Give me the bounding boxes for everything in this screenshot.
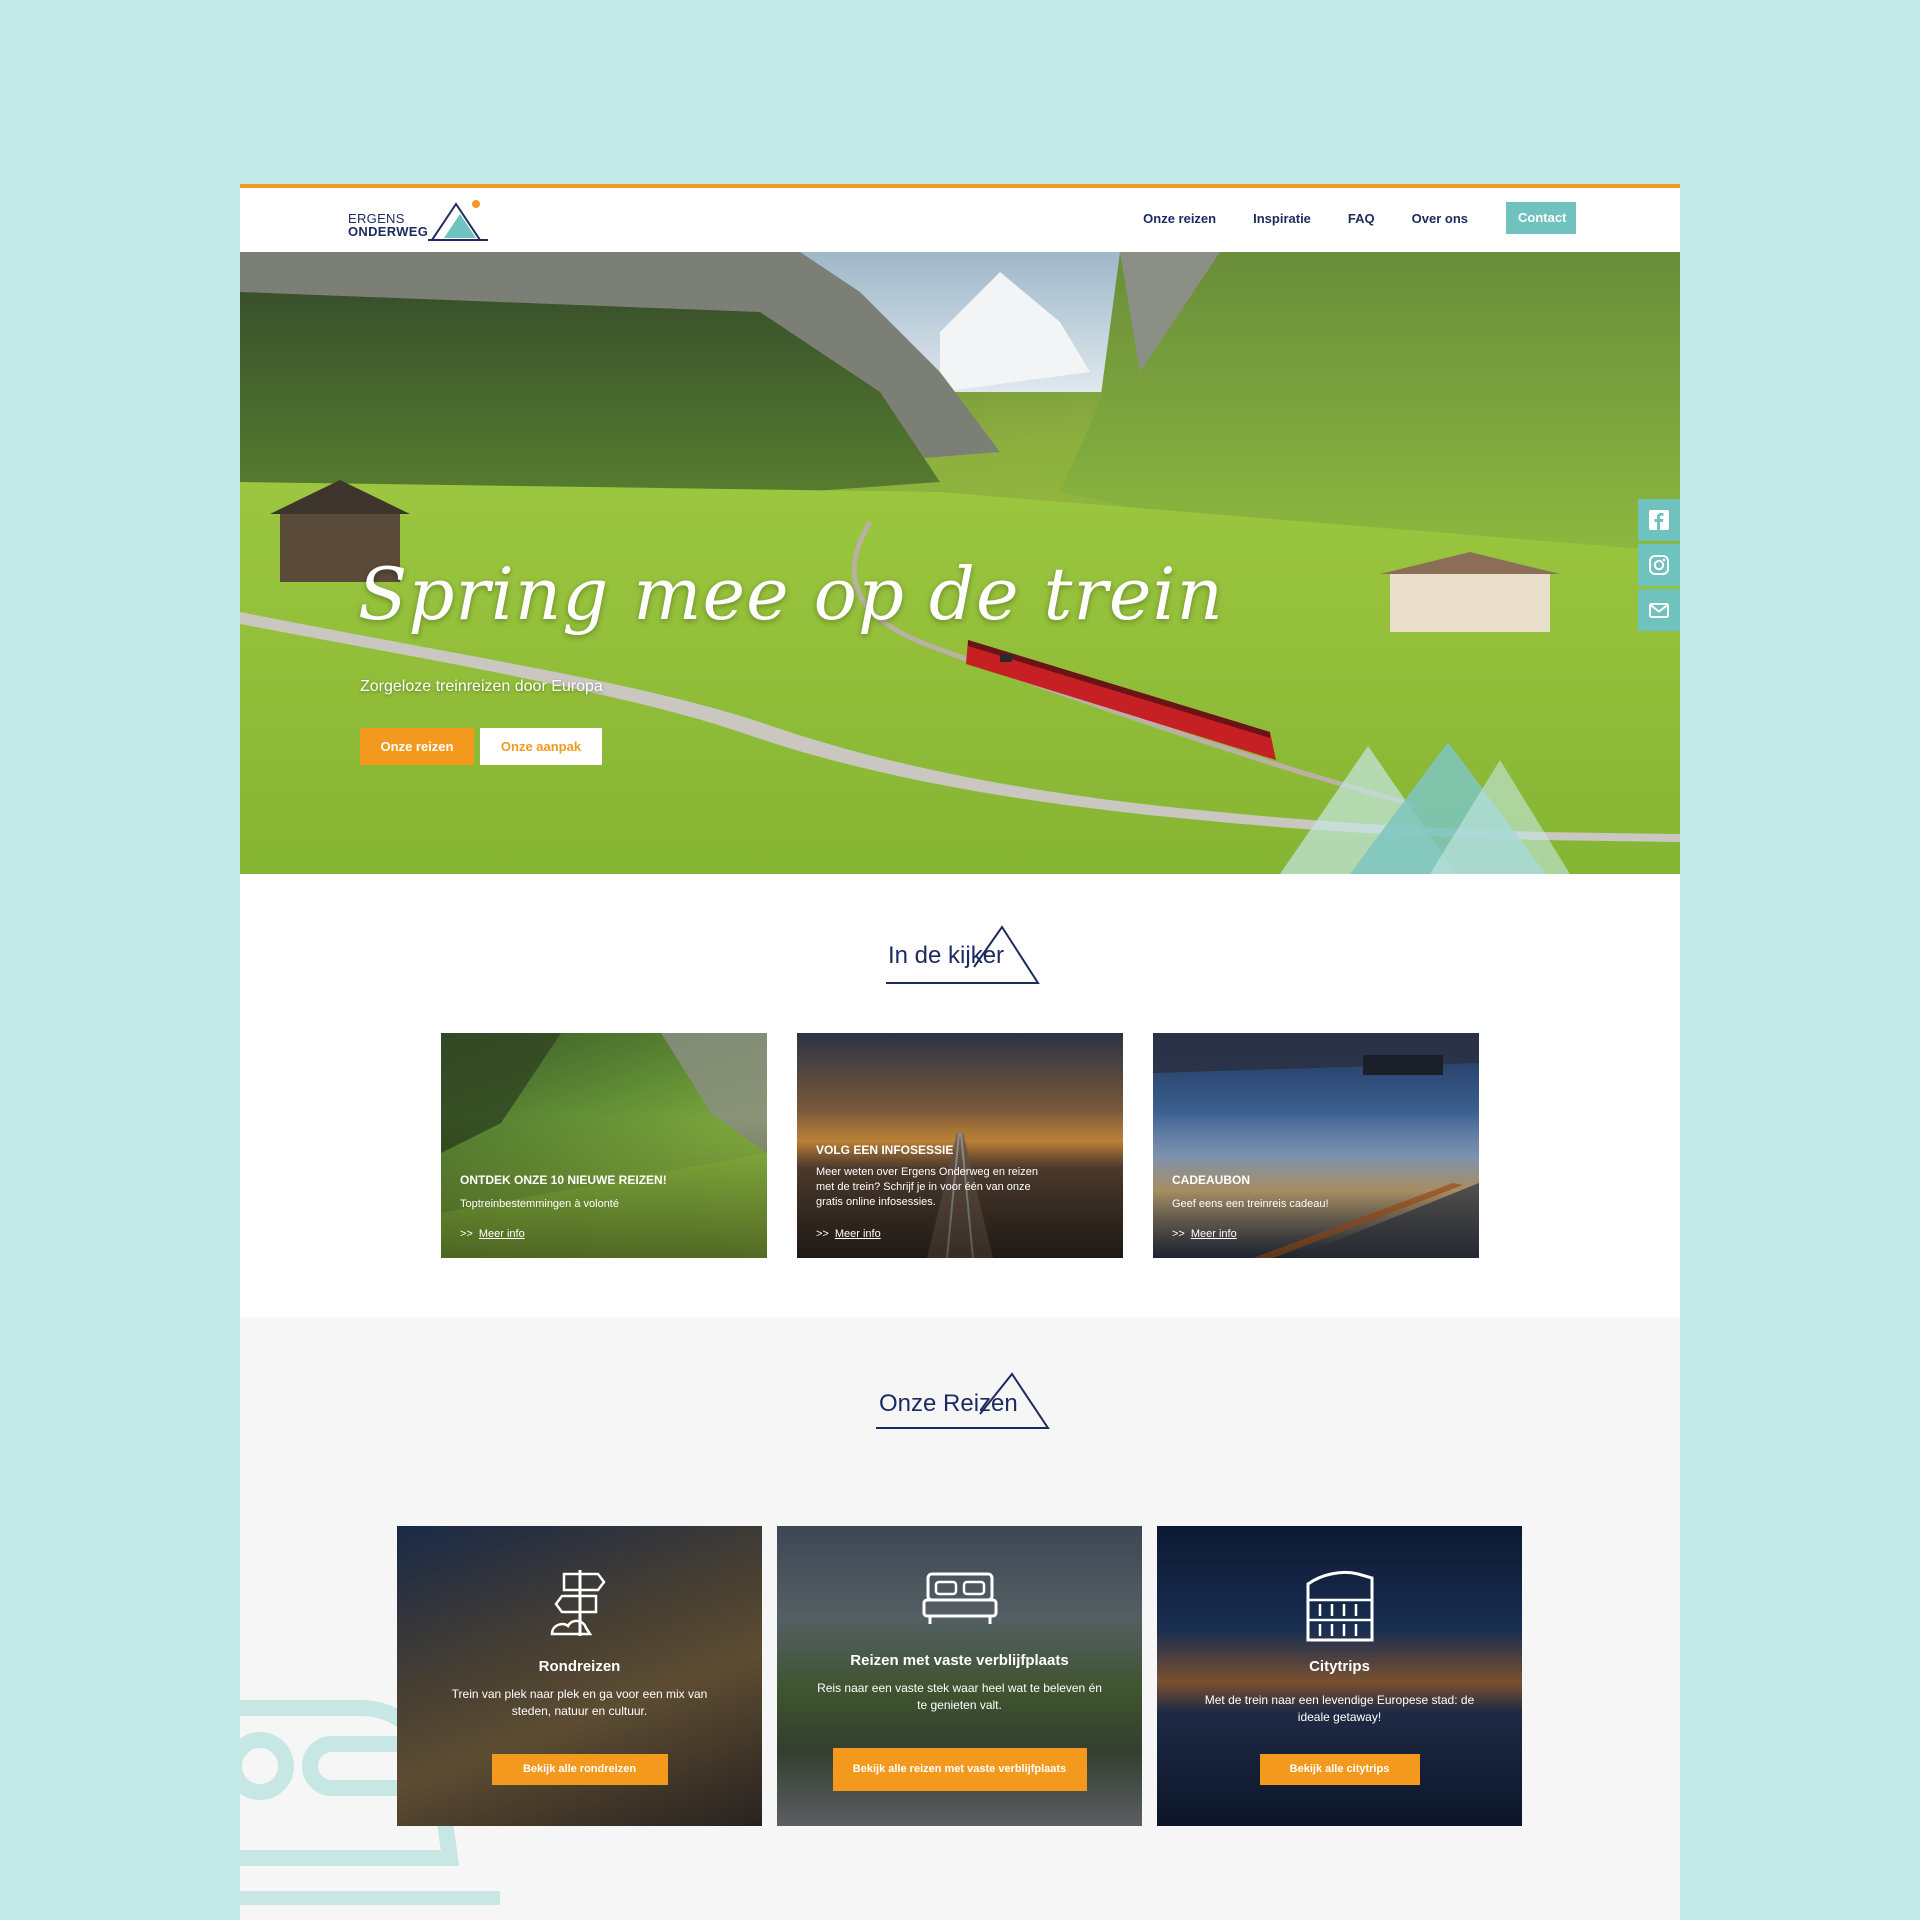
card-description: Geef eens een treinreis cadeau! [1172, 1198, 1329, 1210]
mail-button[interactable] [1638, 589, 1680, 631]
bed-icon [922, 1572, 997, 1624]
site-logo[interactable]: ERGENS ONDERWEG [348, 196, 498, 244]
meer-info-label: Meer info [478, 1228, 525, 1240]
more-prefix: >> [460, 1228, 473, 1240]
logo-line2: ONDERWEG [348, 224, 429, 239]
nav-inspiratie[interactable]: Inspiratie [1253, 211, 1311, 226]
logo-mountain-icon [428, 200, 488, 241]
facebook-button[interactable] [1638, 499, 1680, 541]
more-prefix: >> [816, 1228, 829, 1240]
site-header: ERGENS ONDERWEG Onze reizen Inspiratie F… [240, 188, 1680, 252]
card-title: VOLG EEN INFOSESSIE [816, 1143, 954, 1157]
instagram-icon [1649, 555, 1669, 575]
instagram-button[interactable] [1638, 544, 1680, 586]
meer-info-link[interactable]: >> Meer info [1172, 1228, 1237, 1240]
feature-card-infosessie[interactable]: VOLG EEN INFOSESSIE Meer weten over Erge… [797, 1033, 1123, 1258]
bekijk-citytrips-button[interactable]: Bekijk alle citytrips [1259, 1754, 1420, 1785]
more-prefix: >> [1172, 1228, 1185, 1240]
feature-card-nieuwe-reizen[interactable]: ONTDEK ONZE 10 NIEUWE REIZEN! Toptreinbe… [441, 1033, 767, 1258]
card-title: Reizen met vaste verblijfplaats [850, 1652, 1069, 1669]
card-description: Meer weten over Ergens Onderweg en reize… [816, 1166, 1038, 1208]
mail-icon [1649, 603, 1669, 618]
onze-reizen-button[interactable]: Onze reizen [360, 728, 474, 765]
card-description: Met de trein naar een levendige Europese… [1204, 1693, 1475, 1724]
hero-subtitle: Zorgeloze treinreizen door Europa [360, 678, 603, 695]
card-title: ONTDEK ONZE 10 NIEUWE REIZEN! [460, 1173, 667, 1187]
meer-info-link[interactable]: >> Meer info [816, 1228, 881, 1240]
meer-info-link[interactable]: >> Meer info [460, 1228, 525, 1240]
kijker-title: In de kijker [888, 942, 1005, 969]
meer-info-label: Meer info [1190, 1228, 1237, 1240]
reis-card-vaste-verblijfplaats: Reizen met vaste verblijfplaats Reis naa… [777, 1526, 1142, 1826]
card-description: Trein van plek naar plek en ga voor een … [451, 1687, 708, 1718]
reizen-title: Onze Reizen [879, 1390, 1018, 1417]
bekijk-vaste-verblijfplaats-button[interactable]: Bekijk alle reizen met vaste verblijfpla… [832, 1748, 1087, 1791]
card-title: Citytrips [1309, 1658, 1370, 1675]
website-page: ERGENS ONDERWEG Onze reizen Inspiratie F… [240, 184, 1680, 1920]
card-description: Toptreinbestemmingen à volonté [460, 1198, 619, 1210]
hero-title: Spring mee op de trein [358, 552, 1224, 636]
nav-over-ons[interactable]: Over ons [1412, 211, 1468, 226]
colosseum-icon [1306, 1570, 1373, 1642]
hero-banner: Spring mee op de trein Zorgeloze treinre… [240, 252, 1680, 874]
onze-aanpak-button[interactable]: Onze aanpak [480, 728, 602, 765]
nav-faq[interactable]: FAQ [1348, 211, 1375, 226]
card-title: Rondreizen [538, 1658, 621, 1675]
nav-onze-reizen[interactable]: Onze reizen [1143, 211, 1216, 226]
bekijk-rondreizen-button[interactable]: Bekijk alle rondreizen [491, 1754, 668, 1785]
card-title: CADEAUBON [1172, 1173, 1250, 1187]
card-description: Reis naar een vaste stek waar heel wat t… [817, 1681, 1102, 1712]
main-nav: Onze reizen Inspiratie FAQ Over ons Cont… [1106, 202, 1576, 234]
signpost-icon [550, 1570, 606, 1636]
facebook-icon [1649, 510, 1669, 530]
reis-card-citytrips: Citytrips Met de trein naar een levendig… [1157, 1526, 1522, 1826]
logo-wordmark: ERGENS ONDERWEG [348, 212, 428, 238]
contact-button[interactable]: Contact [1506, 202, 1576, 234]
reis-card-rondreizen: Rondreizen Trein van plek naar plek en g… [397, 1526, 762, 1826]
feature-card-cadeaubon[interactable]: CADEAUBON Geef eens een treinreis cadeau… [1153, 1033, 1479, 1258]
meer-info-label: Meer info [834, 1228, 881, 1240]
